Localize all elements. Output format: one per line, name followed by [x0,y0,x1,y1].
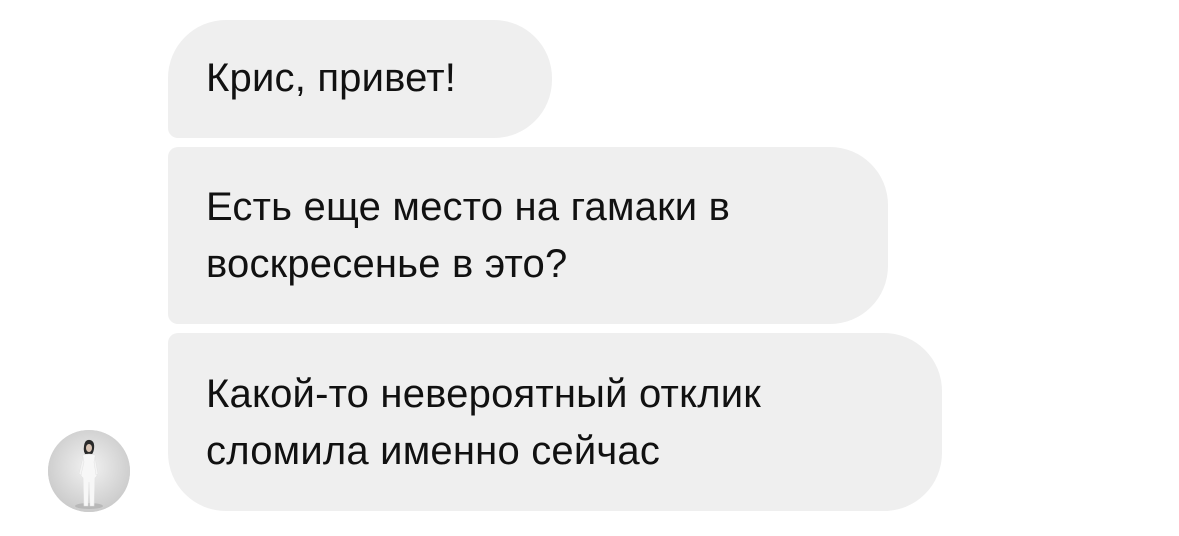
message-text: воскресенье в это? [206,242,568,286]
message-text: сломила именно сейчас [206,429,661,473]
message-text: Крис, привет! [206,56,457,100]
message-bubble[interactable]: Какой-то невероятный отклик сломила имен… [168,333,942,511]
message-text: Есть еще место на гамаки в [206,185,731,229]
avatar[interactable] [48,430,130,512]
person-photo-icon [48,430,130,512]
message-text: Какой-то невероятный отклик [206,372,762,416]
message-bubble[interactable]: Крис, привет! [168,20,552,138]
message-thread: Крис, привет! Есть еще место на гамаки в… [0,0,1179,536]
message-bubble[interactable]: Есть еще место на гамаки в воскресенье в… [168,147,888,324]
